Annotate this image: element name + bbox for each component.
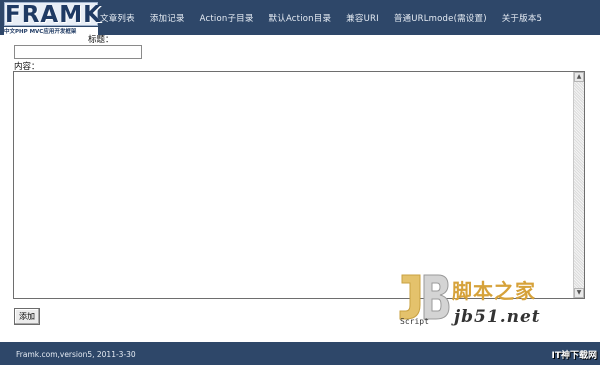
content-textarea-frame: ▲ ▼ bbox=[13, 71, 585, 299]
nav-about-version[interactable]: 关于版本5 bbox=[502, 12, 542, 24]
nav-normal-url-mode[interactable]: 普通URLmode(需设置) bbox=[394, 12, 487, 24]
logo-tagline: 中文PHP MVC应用开发框架 bbox=[4, 27, 98, 37]
scroll-up-arrow-icon[interactable]: ▲ bbox=[574, 72, 584, 82]
footer-bar: Framk.com,version5, 2011-3-30 bbox=[0, 342, 600, 365]
title-label: 标题： bbox=[88, 35, 114, 45]
framk-logo[interactable]: FRAMK 中文PHP MVC应用开发框架 bbox=[4, 2, 102, 37]
title-input[interactable] bbox=[14, 45, 142, 59]
nav-default-action-dir[interactable]: 默认Action目录 bbox=[269, 12, 332, 24]
watermark-domain: jb51.net bbox=[454, 307, 541, 327]
nav-action-subdir[interactable]: Action子目录 bbox=[200, 12, 254, 24]
nav-add-record[interactable]: 添加记录 bbox=[150, 12, 185, 24]
main-nav: 文章列表 添加记录 Action子目录 默认Action目录 兼容URI 普通U… bbox=[100, 0, 557, 35]
nav-compat-uri[interactable]: 兼容URI bbox=[346, 12, 379, 24]
submit-button[interactable]: 添加 bbox=[14, 308, 40, 325]
logo-wordmark: FRAMK bbox=[4, 2, 102, 28]
top-navigation-bar: FRAMK 中文PHP MVC应用开发框架 文章列表 添加记录 Action子目… bbox=[0, 0, 600, 37]
nav-article-list[interactable]: 文章列表 bbox=[100, 12, 135, 24]
corner-watermark: IT神下载网 bbox=[551, 351, 598, 361]
jb51-watermark: Script 脚本之家 jb51.net bbox=[394, 271, 570, 331]
watermark-cn-text: 脚本之家 bbox=[452, 279, 536, 303]
footer-version-text: Framk.com,version5, 2011-3-30 bbox=[16, 350, 136, 359]
content-scrollbar[interactable]: ▲ ▼ bbox=[573, 72, 584, 298]
watermark-script-label: Script bbox=[400, 317, 429, 326]
content-textarea[interactable] bbox=[14, 72, 574, 298]
scroll-down-arrow-icon[interactable]: ▼ bbox=[574, 288, 584, 298]
